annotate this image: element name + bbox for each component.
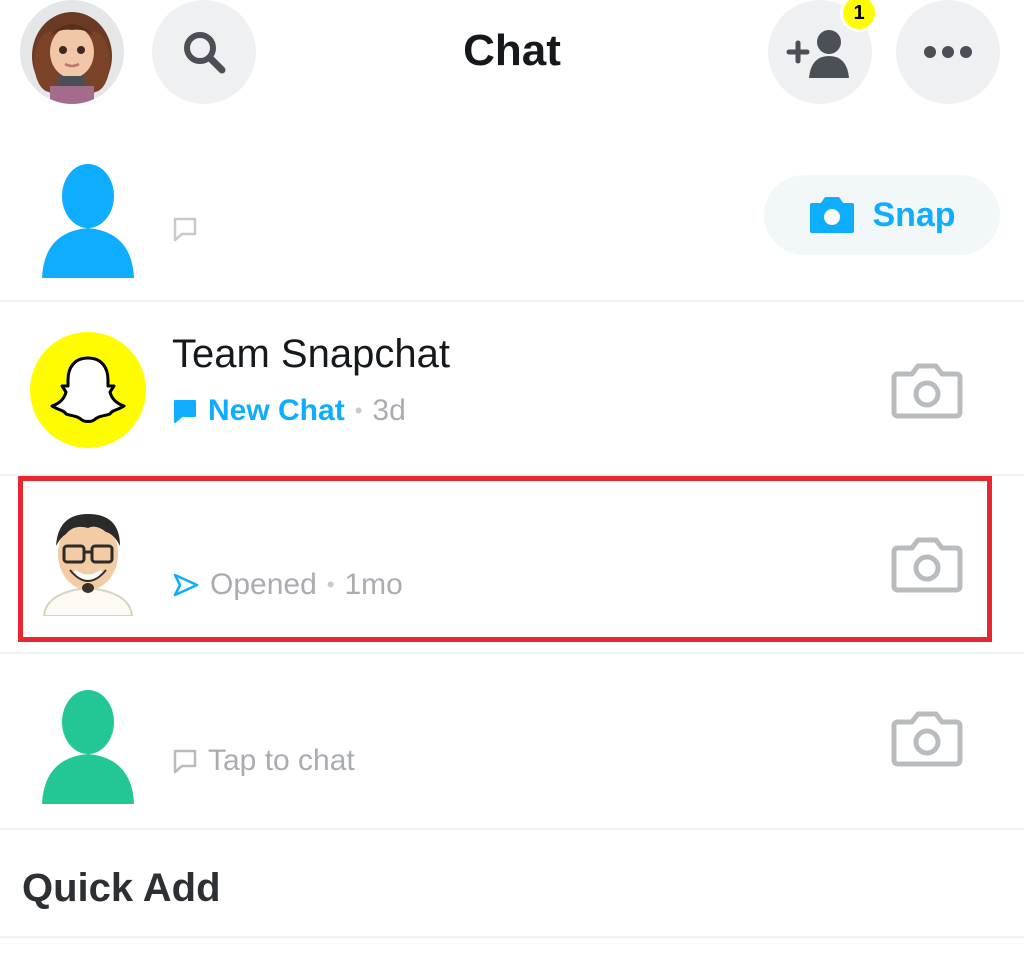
snapchat-ghost-avatar-icon <box>30 332 146 448</box>
chat-status: New Chat • 3d <box>172 394 406 428</box>
chat-status-text: Tap to chat <box>208 744 355 777</box>
camera-icon[interactable] <box>890 532 964 596</box>
silhouette-avatar-icon <box>42 690 134 804</box>
divider <box>0 936 1024 938</box>
chat-row[interactable]: Snap <box>0 130 1024 302</box>
chat-status-text: Opened <box>210 568 317 601</box>
chat-row[interactable]: Opened • 1mo <box>0 476 1024 654</box>
chat-bubble-icon <box>173 749 197 774</box>
chat-bubble-icon <box>173 217 197 242</box>
chat-name: Team Snapchat <box>172 332 450 376</box>
more-options-button[interactable] <box>896 0 1000 104</box>
chat-time: 3d <box>372 394 406 427</box>
camera-icon[interactable] <box>890 358 964 422</box>
silhouette-avatar-icon <box>42 164 134 278</box>
chat-row[interactable]: Team Snapchat New Chat • 3d <box>0 302 1024 476</box>
chat-status: Tap to chat <box>172 744 355 778</box>
separator-dot: • <box>354 398 363 423</box>
snap-button[interactable]: Snap <box>764 175 1000 255</box>
more-icon <box>924 46 972 58</box>
chat-status-text: New Chat <box>208 394 345 427</box>
camera-icon[interactable] <box>890 706 964 770</box>
chat-bubble-filled-icon <box>174 400 196 423</box>
chat-row[interactable]: Tap to chat <box>0 654 1024 830</box>
snap-button-label: Snap <box>872 195 956 234</box>
quick-add-heading: Quick Add <box>22 866 221 910</box>
bitmoji-avatar-icon <box>42 514 134 616</box>
chat-status: Opened • 1mo <box>172 568 403 602</box>
separator-dot: • <box>326 572 335 597</box>
chat-time: 1mo <box>344 568 403 601</box>
sent-arrow-icon <box>173 573 199 597</box>
chat-status <box>172 216 208 242</box>
camera-icon <box>810 197 855 233</box>
add-friend-icon <box>786 30 849 78</box>
header: Chat 1 <box>0 0 1024 110</box>
